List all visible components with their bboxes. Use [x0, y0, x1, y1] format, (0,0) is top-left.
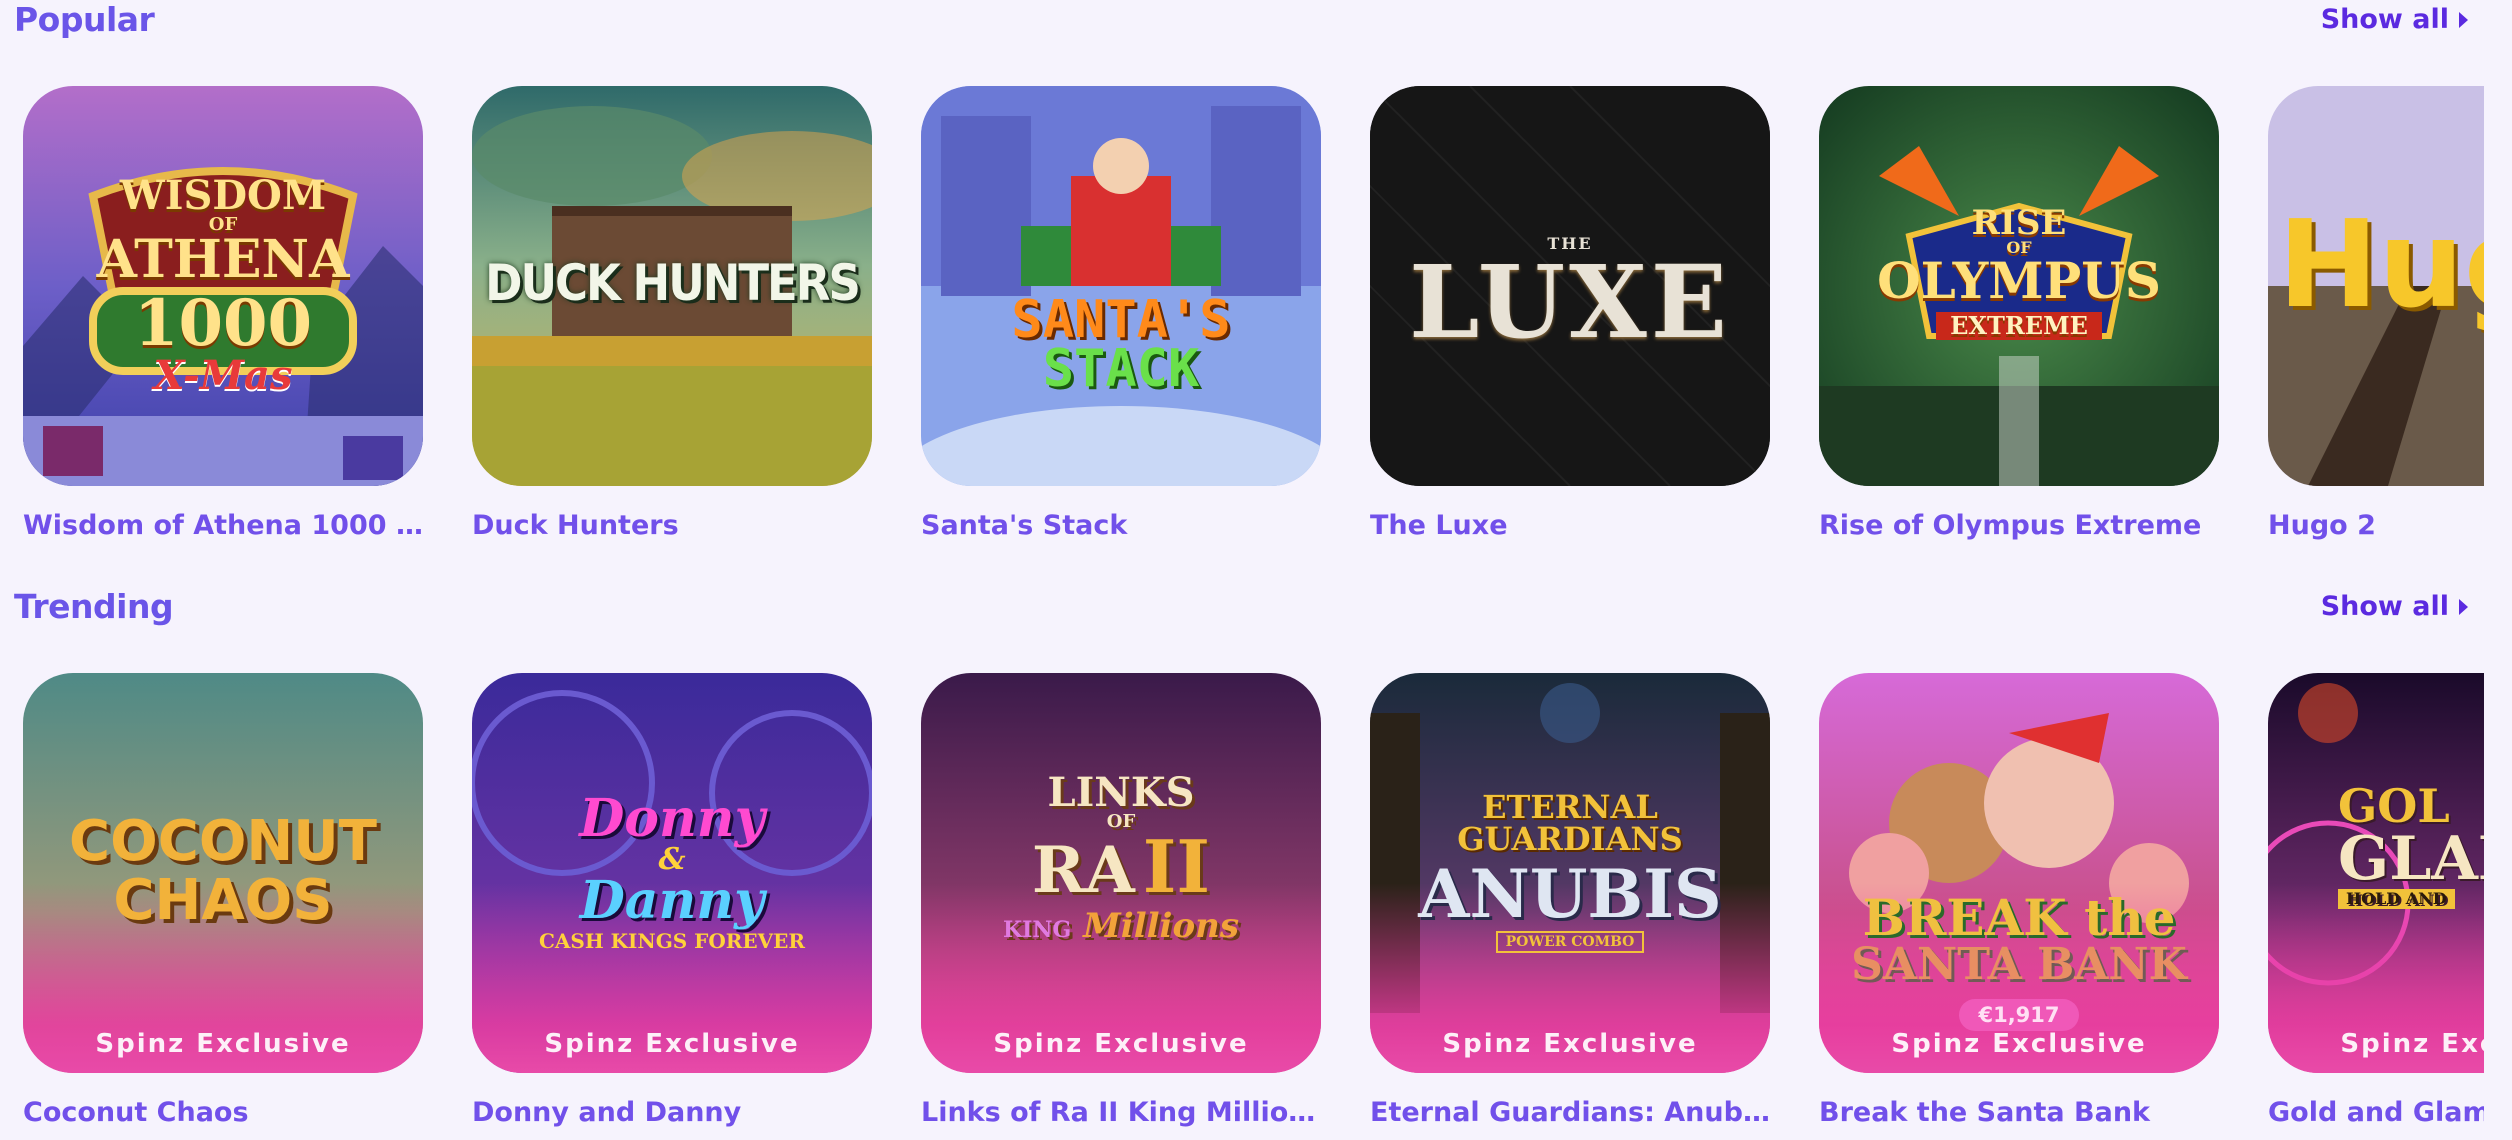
game-logo: Hug: [2278, 196, 2484, 335]
game-thumbnail[interactable]: LINKS OF RA II KING Millions Spinz Exclu…: [921, 673, 1321, 1073]
exclusive-badge: Spinz Exclusive: [544, 1029, 800, 1059]
section-title-popular: Popular: [14, 0, 155, 39]
game-logo: THE LUXE: [1409, 234, 1731, 361]
thumbnail-art: [921, 86, 1321, 486]
exclusive-badge: Spinz Exclusive: [1442, 1029, 1698, 1059]
game-thumbnail[interactable]: SANTA'S STACK: [921, 86, 1321, 486]
game-name[interactable]: Wisdom of Athena 1000 Xm...: [23, 510, 423, 541]
exclusive-badge: Spinz Exclusive: [2340, 1029, 2484, 1059]
game-logo: RISE OF OLYMPUS EXTREME: [1877, 203, 2161, 340]
chevron-right-icon: [2459, 11, 2468, 28]
game-name[interactable]: Eternal Guardians: Anubis P...: [1370, 1097, 1770, 1128]
game-name[interactable]: Santa's Stack: [921, 510, 1321, 541]
game-logo: GOL GLAM HOLD AND: [2338, 779, 2484, 909]
popular-carousel[interactable]: WISDOM OF ATHENA 1000 X-Mas Wisdom of At…: [0, 86, 2484, 686]
game-thumbnail[interactable]: GOL GLAM HOLD AND Spinz Exclusive: [2268, 673, 2484, 1073]
game-logo: Donny & Danny CASH KINGS FOREVER: [538, 788, 806, 953]
show-all-label: Show all: [2320, 4, 2449, 35]
game-thumbnail[interactable]: DUCK HUNTERS: [472, 86, 872, 486]
game-name[interactable]: Duck Hunters: [472, 510, 872, 541]
game-name[interactable]: The Luxe: [1370, 510, 1770, 541]
exclusive-badge: Spinz Exclusive: [95, 1029, 351, 1059]
game-thumbnail[interactable]: Hug: [2268, 86, 2484, 486]
game-name[interactable]: Hugo 2: [2268, 510, 2484, 541]
show-all-trending-button[interactable]: Show all: [2321, 591, 2468, 622]
game-thumbnail[interactable]: ETERNAL GUARDIANS ANUBIS POWER COMBO Spi…: [1370, 673, 1770, 1073]
show-all-label: Show all: [2320, 591, 2449, 622]
trending-carousel[interactable]: COCONUT CHAOS Spinz Exclusive Coconut Ch…: [0, 673, 2484, 1140]
game-name[interactable]: Gold and Glamour: [2268, 1097, 2484, 1128]
game-logo: WISDOM OF ATHENA 1000 X-Mas: [96, 172, 350, 399]
exclusive-badge: Spinz Exclusive: [1891, 1029, 2147, 1059]
game-name[interactable]: Break the Santa Bank: [1819, 1097, 2219, 1128]
game-logo: ETERNAL GUARDIANS ANUBIS POWER COMBO: [1370, 791, 1770, 953]
game-name[interactable]: Links of Ra II King Millions: [921, 1097, 1321, 1128]
game-logo: COCONUT CHAOS: [69, 809, 377, 933]
game-logo: LINKS OF RA II KING Millions: [1003, 769, 1239, 946]
game-name[interactable]: Coconut Chaos: [23, 1097, 423, 1128]
game-thumbnail[interactable]: RISE OF OLYMPUS EXTREME: [1819, 86, 2219, 486]
game-thumbnail[interactable]: COCONUT CHAOS Spinz Exclusive: [23, 673, 423, 1073]
game-logo: SANTA'S STACK: [1011, 290, 1231, 400]
section-title-trending: Trending: [14, 587, 174, 626]
game-thumbnail[interactable]: THE LUXE: [1370, 86, 1770, 486]
chevron-right-icon: [2459, 598, 2468, 615]
exclusive-badge: Spinz Exclusive: [993, 1029, 1249, 1059]
show-all-popular-button[interactable]: Show all: [2321, 4, 2468, 35]
game-logo: DUCK HUNTERS: [485, 254, 861, 312]
game-name[interactable]: Rise of Olympus Extreme: [1819, 510, 2219, 541]
jackpot-badge: €1,917: [1959, 999, 2079, 1031]
game-thumbnail[interactable]: WISDOM OF ATHENA 1000 X-Mas: [23, 86, 423, 486]
game-name[interactable]: Donny and Danny: [472, 1097, 872, 1128]
game-logo: BREAK the SANTA BANK: [1851, 888, 2187, 990]
game-thumbnail[interactable]: Donny & Danny CASH KINGS FOREVER Spinz E…: [472, 673, 872, 1073]
game-thumbnail[interactable]: BREAK the SANTA BANK €1,917 Spinz Exclus…: [1819, 673, 2219, 1073]
